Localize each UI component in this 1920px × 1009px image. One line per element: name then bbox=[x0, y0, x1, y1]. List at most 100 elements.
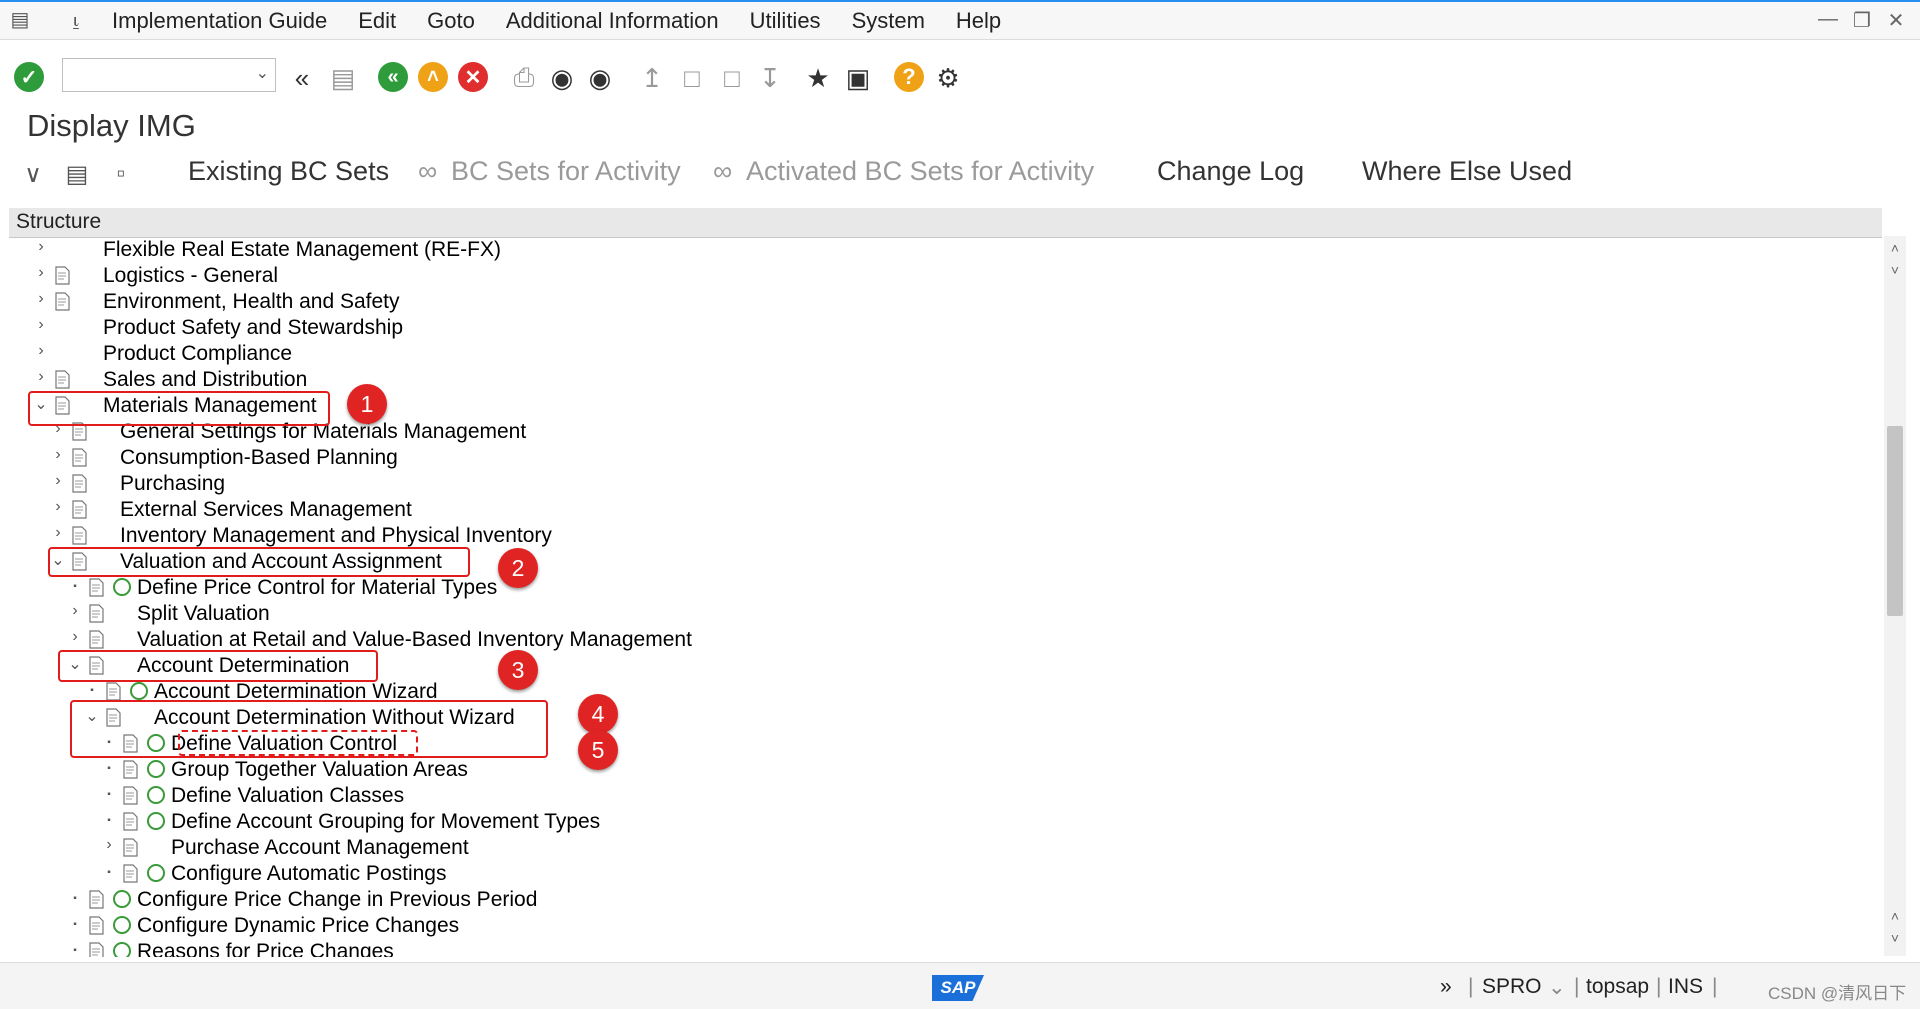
document-icon[interactable] bbox=[88, 630, 106, 649]
print-icon[interactable]: ⎙ bbox=[508, 62, 540, 94]
first-page-icon[interactable]: ↥ bbox=[636, 62, 668, 94]
execute-clock-icon[interactable] bbox=[147, 786, 165, 804]
tree-row[interactable]: › Consumption-Based Planning bbox=[9, 445, 1882, 471]
tree-row-label[interactable]: Configure Price Change in Previous Perio… bbox=[137, 887, 537, 913]
tree-row[interactable]: ▪ Define Valuation Classes bbox=[9, 783, 1882, 809]
create-session-icon[interactable]: ★ bbox=[802, 62, 834, 94]
chevron-right-icon[interactable]: › bbox=[51, 524, 65, 542]
tree-row[interactable]: › External Services Management bbox=[9, 497, 1882, 523]
execute-clock-icon[interactable] bbox=[130, 682, 148, 700]
document-icon[interactable] bbox=[88, 578, 106, 597]
scroll-up-icon[interactable]: ˄ bbox=[1884, 240, 1906, 256]
tree-row-label[interactable]: Logistics - General bbox=[103, 263, 278, 289]
menu-additional-information[interactable]: Additional Information bbox=[506, 8, 719, 34]
document-icon[interactable] bbox=[105, 682, 123, 701]
close-icon[interactable]: ✕ bbox=[1884, 8, 1908, 33]
chevron-right-icon[interactable]: › bbox=[51, 472, 65, 490]
tree-row-label[interactable]: Define Account Grouping for Movement Typ… bbox=[171, 809, 600, 835]
tree-row[interactable]: › Inventory Management and Physical Inven… bbox=[9, 523, 1882, 549]
scroll-down-icon[interactable]: ˅ bbox=[1884, 262, 1906, 278]
chevron-right-icon[interactable]: › bbox=[34, 238, 48, 256]
scroll-thumb[interactable] bbox=[1887, 426, 1903, 616]
chevron-right-icon[interactable]: › bbox=[68, 628, 82, 646]
status-dropdown-icon[interactable]: ⌄ bbox=[1548, 975, 1566, 1000]
scroll-page-down-icon[interactable]: ˅ bbox=[1884, 930, 1906, 946]
tree-row[interactable]: › Environment, Health and Safety bbox=[9, 289, 1882, 315]
tree-row[interactable]: ▪ Group Together Valuation Areas bbox=[9, 757, 1882, 783]
enter-check-icon[interactable]: ✓ bbox=[14, 62, 44, 92]
tree-row-label[interactable]: Reasons for Price Changes bbox=[137, 939, 394, 957]
previous-page-icon[interactable]: □ bbox=[676, 62, 708, 94]
document-icon[interactable] bbox=[122, 838, 140, 857]
document-icon[interactable] bbox=[71, 448, 89, 467]
tree-row-label[interactable]: Purchase Account Management bbox=[171, 835, 469, 861]
chevron-right-icon[interactable]: › bbox=[68, 602, 82, 620]
tree-row[interactable]: ▪ Reasons for Price Changes bbox=[9, 939, 1882, 957]
document-icon[interactable] bbox=[122, 786, 140, 805]
tree-row-label[interactable]: Configure Automatic Postings bbox=[171, 861, 446, 887]
execute-clock-icon[interactable] bbox=[113, 578, 131, 596]
menu-utilities[interactable]: Utilities bbox=[750, 8, 821, 34]
tree-row-label[interactable]: Environment, Health and Safety bbox=[103, 289, 400, 315]
document-icon[interactable] bbox=[88, 916, 106, 935]
execute-clock-icon[interactable] bbox=[113, 916, 131, 934]
execute-clock-icon[interactable] bbox=[147, 812, 165, 830]
restore-icon[interactable]: ❐ bbox=[1850, 8, 1874, 33]
settings-gear-icon[interactable]: ⚙ bbox=[932, 62, 964, 94]
chevron-right-icon[interactable]: › bbox=[34, 368, 48, 386]
shortcut-icon[interactable]: ▣ bbox=[842, 62, 874, 94]
find-next-icon[interactable]: ◉ bbox=[584, 62, 616, 94]
execute-clock-icon[interactable] bbox=[113, 890, 131, 908]
tree-row[interactable]: ▪ Configure Price Change in Previous Peri… bbox=[9, 887, 1882, 913]
tree-row[interactable]: › Flexible Real Estate Management (RE-FX) bbox=[9, 237, 1882, 263]
document-icon[interactable] bbox=[88, 604, 106, 623]
expand-all-icon[interactable]: ∨ bbox=[20, 160, 46, 188]
execute-clock-icon[interactable] bbox=[113, 942, 131, 957]
document-icon[interactable] bbox=[71, 474, 89, 493]
chevron-right-icon[interactable]: › bbox=[34, 316, 48, 334]
tree-row[interactable]: › Purchasing bbox=[9, 471, 1882, 497]
next-page-icon[interactable]: □ bbox=[716, 62, 748, 94]
tree-row-label[interactable]: Flexible Real Estate Management (RE-FX) bbox=[103, 237, 501, 263]
menu-help[interactable]: Help bbox=[956, 8, 1001, 34]
tree-row[interactable]: ▪ Define Price Control for Material Types bbox=[9, 575, 1882, 601]
scroll-page-up-icon[interactable]: ˄ bbox=[1884, 908, 1906, 924]
document-icon[interactable] bbox=[71, 500, 89, 519]
double-chevron-left-icon[interactable]: « bbox=[286, 62, 318, 94]
chevron-right-icon[interactable]: › bbox=[34, 342, 48, 360]
help-icon[interactable]: ? bbox=[894, 62, 924, 92]
tree-row[interactable]: › Sales and Distribution bbox=[9, 367, 1882, 393]
menu-icon[interactable]: ▤ bbox=[9, 10, 31, 30]
execute-clock-icon[interactable] bbox=[147, 760, 165, 778]
release-notes-icon[interactable]: ▤ bbox=[64, 160, 90, 188]
existing-bc-sets-button[interactable]: Existing BC Sets bbox=[188, 156, 389, 187]
exit-icon[interactable]: ˄ bbox=[418, 62, 448, 92]
chevron-right-icon[interactable]: › bbox=[51, 498, 65, 516]
menu-implementation-guide[interactable]: Implementation Guide bbox=[112, 8, 327, 34]
menu-edit[interactable]: Edit bbox=[358, 8, 396, 34]
tree-row[interactable]: › Split Valuation bbox=[9, 601, 1882, 627]
tree-row[interactable]: ▪ Configure Automatic Postings bbox=[9, 861, 1882, 887]
document-icon[interactable] bbox=[122, 760, 140, 779]
menu-system[interactable]: System bbox=[852, 8, 925, 34]
execute-clock-icon[interactable] bbox=[147, 864, 165, 882]
tree-row[interactable]: › Product Safety and Stewardship bbox=[9, 315, 1882, 341]
tree-row-label[interactable]: Split Valuation bbox=[137, 601, 270, 627]
cancel-icon[interactable]: ✕ bbox=[458, 62, 488, 92]
document-icon[interactable] bbox=[122, 864, 140, 883]
last-page-icon[interactable]: ↧ bbox=[754, 62, 786, 94]
tree-row-label[interactable]: Define Valuation Classes bbox=[171, 783, 404, 809]
document-icon[interactable] bbox=[122, 812, 140, 831]
document-icon[interactable] bbox=[88, 942, 106, 957]
tree-row-label[interactable]: Configure Dynamic Price Changes bbox=[137, 913, 459, 939]
chevron-right-icon[interactable]: › bbox=[102, 836, 116, 854]
tree-row-label[interactable]: Inventory Management and Physical Invent… bbox=[120, 523, 552, 549]
tree-row-label[interactable]: External Services Management bbox=[120, 497, 412, 523]
bc-set-icon[interactable]: ▫ bbox=[108, 160, 134, 187]
document-icon[interactable] bbox=[54, 266, 72, 285]
tree-row-label[interactable]: Consumption-Based Planning bbox=[120, 445, 398, 471]
where-else-used-button[interactable]: Where Else Used bbox=[1362, 156, 1572, 187]
menu-goto[interactable]: Goto bbox=[427, 8, 475, 34]
tree-row-label[interactable]: Define Price Control for Material Types bbox=[137, 575, 497, 601]
chevron-right-icon[interactable]: › bbox=[34, 290, 48, 308]
